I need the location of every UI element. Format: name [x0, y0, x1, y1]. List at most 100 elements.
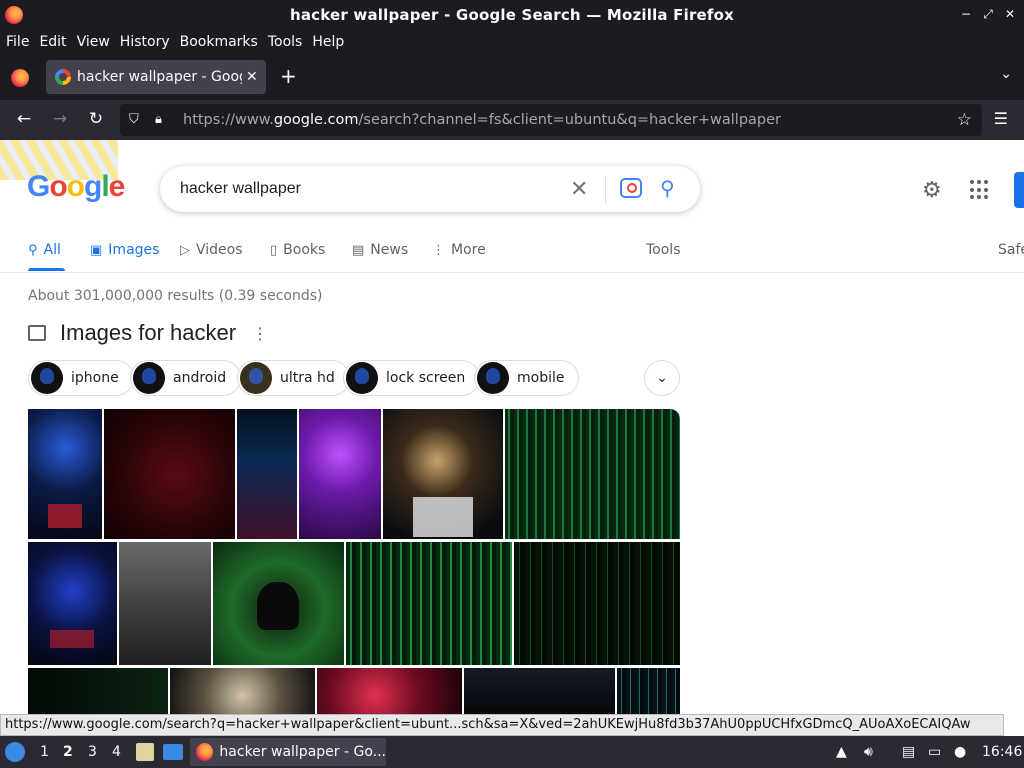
navigation-bar: ← → ↻ ⛉ 🔒︎ https://www.google.com/search… [0, 100, 1024, 140]
menu-edit[interactable]: Edit [39, 34, 66, 50]
url-text[interactable]: https://www.google.com/search?channel=fs… [183, 112, 781, 128]
chip-iphone[interactable]: iphone [28, 360, 134, 396]
images-section-title: Images for hacker [60, 320, 237, 345]
safesearch-button[interactable]: Safe [998, 242, 1024, 258]
forward-button[interactable]: → [49, 109, 71, 129]
clear-search-icon[interactable]: ✕ [570, 177, 588, 202]
section-menu-icon[interactable]: ⋮ [252, 324, 268, 343]
tray-scroll-icon[interactable]: ▲ [836, 744, 847, 760]
bookmark-star-icon[interactable]: ☆ [957, 110, 972, 130]
close-window-button[interactable]: ✕ [1002, 6, 1018, 22]
images-section-header: Images for hacker ⋮ [28, 320, 268, 346]
workspace-2[interactable]: 2 [63, 744, 73, 760]
google-lens-icon[interactable] [620, 178, 642, 198]
tools-button[interactable]: Tools [646, 242, 681, 258]
image-result[interactable] [383, 409, 503, 539]
firefox-view-icon[interactable] [11, 69, 29, 87]
image-result[interactable] [28, 542, 117, 665]
image-result[interactable] [514, 542, 680, 665]
tracking-protection-shield-icon[interactable]: ⛉ [129, 112, 145, 128]
image-result[interactable] [28, 409, 102, 539]
minimize-button[interactable]: − [958, 6, 974, 22]
list-all-tabs-button[interactable]: ⌄ [1000, 66, 1012, 82]
chips-expand-button[interactable]: ⌄ [644, 360, 680, 396]
tabs-divider [0, 272, 1024, 273]
search-input[interactable] [180, 180, 550, 198]
image-result[interactable] [104, 409, 235, 539]
tab-close-button[interactable]: ✕ [246, 69, 258, 85]
tab-more[interactable]: ⋮ More [432, 242, 486, 258]
image-result[interactable] [617, 668, 680, 714]
menu-history[interactable]: History [120, 34, 170, 50]
workspace-4[interactable]: 4 [112, 744, 121, 760]
chip-thumbnail [240, 362, 272, 394]
active-tab-indicator [28, 268, 65, 271]
menu-view[interactable]: View [77, 34, 110, 50]
clock: 16:46 [982, 744, 1023, 760]
menu-bookmarks[interactable]: Bookmarks [180, 34, 258, 50]
google-logo[interactable]: Google [27, 170, 125, 204]
search-divider [605, 176, 606, 204]
show-desktop-icon[interactable] [163, 744, 183, 760]
tab-images[interactable]: ▣ Images [90, 242, 159, 258]
workspace-1[interactable]: 1 [40, 744, 49, 760]
result-stats: About 301,000,000 results (0.39 seconds) [28, 288, 323, 304]
menu-file[interactable]: File [6, 34, 29, 50]
reload-button[interactable]: ↻ [85, 109, 107, 129]
chip-android[interactable]: android [130, 360, 242, 396]
image-result[interactable] [28, 668, 168, 714]
lock-icon[interactable]: 🔒︎ [155, 112, 169, 128]
image-result[interactable] [346, 542, 512, 665]
firefox-logo-icon [5, 6, 23, 24]
updates-icon[interactable]: ● [954, 744, 966, 760]
file-manager-icon[interactable] [136, 743, 154, 761]
google-favicon-icon [55, 69, 71, 85]
image-result[interactable] [464, 668, 615, 714]
start-menu-icon[interactable] [5, 742, 25, 762]
chip-thumbnail [346, 362, 378, 394]
link-status-overlay: https://www.google.com/search?q=hacker+w… [0, 714, 1004, 736]
play-icon: ▷ [180, 242, 190, 258]
tab-books[interactable]: ▯ Books [270, 242, 325, 258]
window-titlebar: hacker wallpaper - Google Search — Mozil… [0, 0, 1024, 30]
menu-tools[interactable]: Tools [268, 34, 303, 50]
firefox-logo-icon [196, 743, 214, 761]
tab-bar: hacker wallpaper - Google Search ✕ [0, 54, 1024, 100]
network-icon[interactable]: ▭ [928, 744, 941, 760]
search-icon[interactable]: ⚲ [660, 176, 675, 200]
new-tab-button[interactable]: + [280, 64, 297, 88]
sign-in-button[interactable] [1014, 172, 1024, 208]
image-results-grid [28, 409, 680, 714]
chip-thumbnail [133, 362, 165, 394]
image-result[interactable] [299, 409, 381, 539]
image-result[interactable] [237, 409, 297, 539]
book-icon: ▯ [270, 242, 278, 258]
news-icon: ▤ [352, 242, 365, 258]
chip-mobile[interactable]: mobile [474, 360, 580, 396]
desktop-taskbar: 1 2 3 4 hacker wallpaper - Go... ▲ 🔊︎ ▤ … [0, 736, 1024, 768]
maximize-button[interactable]: ⤢ [980, 6, 996, 22]
chip-lock-screen[interactable]: lock screen [343, 360, 481, 396]
image-result[interactable] [119, 542, 211, 665]
taskbar-firefox-window[interactable]: hacker wallpaper - Go... [190, 738, 386, 766]
url-bar[interactable]: ⛉ 🔒︎ https://www.google.com/search?chann… [120, 104, 982, 136]
menu-help[interactable]: Help [312, 34, 344, 50]
tab-all[interactable]: ⚲ All [28, 242, 61, 258]
clipboard-icon[interactable]: ▤ [902, 744, 915, 760]
volume-icon[interactable]: 🔊︎ [864, 744, 873, 760]
workspace-3[interactable]: 3 [88, 744, 97, 760]
tab-google-search[interactable]: hacker wallpaper - Google Search ✕ [46, 60, 266, 94]
chip-ultra-hd[interactable]: ultra hd [237, 360, 350, 396]
image-result[interactable] [505, 409, 680, 539]
tab-news[interactable]: ▤ News [352, 242, 408, 258]
settings-gear-icon[interactable]: ⚙ [922, 178, 942, 203]
app-menu-button[interactable]: ☰ [994, 109, 1008, 128]
chip-thumbnail [31, 362, 63, 394]
search-tabs: ⚲ All ▣ Images ▷ Videos ▯ Books ▤ News ⋮… [28, 238, 1024, 272]
image-result[interactable] [317, 668, 462, 714]
google-apps-icon[interactable] [970, 180, 990, 200]
back-button[interactable]: ← [13, 109, 35, 129]
tab-videos[interactable]: ▷ Videos [180, 242, 243, 258]
image-result[interactable] [170, 668, 315, 714]
image-result[interactable] [213, 542, 344, 665]
